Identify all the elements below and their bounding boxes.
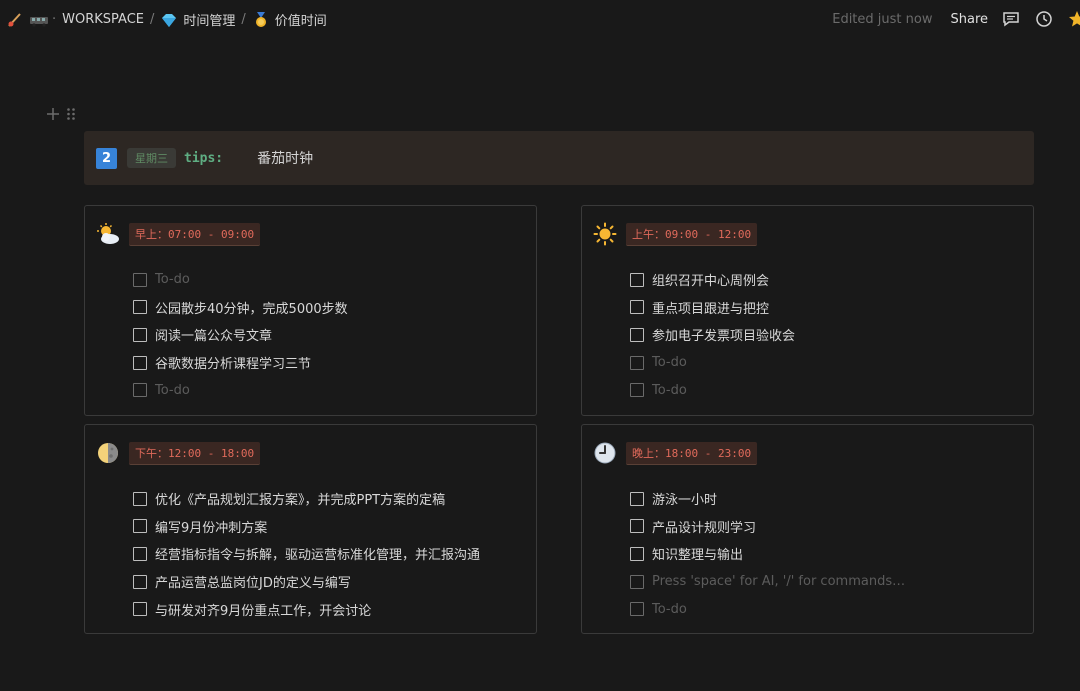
todo-list: 组织召开中心周例会 重点项目跟进与把控 参加电子发票项目验收会 To-do To… [630,266,795,404]
checkbox[interactable] [630,355,644,370]
weekday-chip: 星期三 [127,148,176,168]
todo-item[interactable]: 阅读一篇公众号文章 [133,321,348,349]
time-range-chip: 早上：07:00 - 09:00 [129,222,261,246]
card-header: 早上：07:00 - 09:00 [96,222,261,246]
time-range-chip: 下午：12:00 - 18:00 [129,441,261,465]
time-range-chip: 晚上：18:00 - 23:00 [626,441,758,465]
workspace-logo-icon[interactable] [6,11,24,29]
card-forenoon: 上午：09:00 - 12:00 组织召开中心周例会 重点项目跟进与把控 参加电… [581,205,1034,416]
todo-item[interactable]: 公园散步40分钟，完成5000步数 [133,294,348,322]
todo-item[interactable]: To-do [630,349,795,377]
todo-item[interactable]: To-do [630,595,905,623]
drag-handle-icon[interactable] [66,107,76,121]
checkbox[interactable] [133,383,147,398]
checkbox[interactable] [630,602,644,617]
card-header: 晚上：18:00 - 23:00 [593,441,758,465]
todo-item[interactable]: Press 'space' for AI, '/' for commands… [630,568,905,596]
todo-list: 游泳一小时 产品设计规则学习 知识整理与输出 Press 'space' for… [630,485,905,623]
todo-item[interactable]: 组织召开中心周例会 [630,266,795,294]
checkbox[interactable] [630,546,644,561]
card-morning: 早上：07:00 - 09:00 To-do 公园散步40分钟，完成5000步数… [84,205,537,416]
edited-status: Edited just now [832,11,933,27]
checkbox[interactable] [133,300,147,315]
todo-item[interactable]: To-do [630,376,795,404]
time-range-chip: 上午：09:00 - 12:00 [626,222,758,246]
clock-icon [593,441,617,465]
checkbox[interactable] [133,491,147,506]
checkbox[interactable] [630,519,644,534]
sun-behind-cloud-icon [96,222,120,246]
sun-icon [593,222,617,246]
breadcrumb: · WORKSPACE / 时间管理 / 价值时间 [6,10,327,29]
checkbox[interactable] [133,355,147,370]
todo-item[interactable]: 参加电子发票项目验收会 [630,321,795,349]
todo-item[interactable]: 产品运营总监岗位JD的定义与编写 [133,568,480,596]
history-clock-icon[interactable] [1035,10,1053,28]
checkbox[interactable] [133,327,147,342]
todo-list: To-do 公园散步40分钟，完成5000步数 阅读一篇公众号文章 谷歌数据分析… [133,266,348,404]
add-block-icon[interactable] [46,107,60,121]
tips-label: tips: [184,150,224,166]
checkbox[interactable] [630,272,644,287]
card-header: 下午：12:00 - 18:00 [96,441,261,465]
todo-item[interactable]: To-do [133,376,348,404]
top-bar: · WORKSPACE / 时间管理 / 价值时间 Edited just no… [0,0,1080,40]
todo-item[interactable]: 优化《产品规划汇报方案》，并完成PPT方案的定稿 [133,485,480,513]
medal-icon [252,11,270,29]
vehicle-icon [29,11,48,29]
checkbox[interactable] [133,574,147,589]
todo-item[interactable]: 与研发对齐9月份重点工作，开会讨论 [133,595,480,623]
gem-icon [160,11,178,29]
moon-icon [96,441,120,465]
todo-item[interactable]: To-do [133,266,348,294]
checkbox[interactable] [630,574,644,589]
tips-text[interactable]: 番茄时钟 [257,148,313,168]
tips-callout[interactable]: 2 星期三 tips: 番茄时钟 [84,131,1034,185]
top-actions: Edited just now Share [832,10,1080,28]
checkbox[interactable] [630,300,644,315]
todo-item[interactable]: 产品设计规则学习 [630,513,905,541]
comment-icon[interactable] [1002,10,1020,28]
todo-item[interactable]: 编写9月份冲刺方案 [133,513,480,541]
checkbox[interactable] [630,383,644,398]
keycap-number-badge: 2 [96,147,117,169]
share-button[interactable]: Share [950,12,988,27]
card-afternoon: 下午：12:00 - 18:00 优化《产品规划汇报方案》，并完成PPT方案的定… [84,424,537,634]
todo-item[interactable]: 经营指标指令与拆解，驱动运营标准化管理，并汇报沟通 [133,540,480,568]
card-evening: 晚上：18:00 - 23:00 游泳一小时 产品设计规则学习 知识整理与输出 … [581,424,1034,634]
block-handle[interactable] [46,107,76,121]
checkbox[interactable] [133,519,147,534]
card-header: 上午：09:00 - 12:00 [593,222,758,246]
checkbox[interactable] [630,491,644,506]
checkbox[interactable] [133,546,147,561]
checkbox[interactable] [630,327,644,342]
breadcrumb-page-value-time[interactable]: 价值时间 [275,10,327,29]
favorite-star-icon[interactable] [1068,10,1080,28]
checkbox[interactable] [133,602,147,617]
todo-item[interactable]: 重点项目跟进与把控 [630,294,795,322]
breadcrumb-page-time-management[interactable]: 时间管理 [183,10,235,29]
todo-list: 优化《产品规划汇报方案》，并完成PPT方案的定稿 编写9月份冲刺方案 经营指标指… [133,485,480,623]
todo-item[interactable]: 知识整理与输出 [630,540,905,568]
todo-item[interactable]: 游泳一小时 [630,485,905,513]
checkbox[interactable] [133,272,147,287]
breadcrumb-workspace[interactable]: WORKSPACE [62,12,144,27]
todo-item[interactable]: 谷歌数据分析课程学习三节 [133,349,348,377]
